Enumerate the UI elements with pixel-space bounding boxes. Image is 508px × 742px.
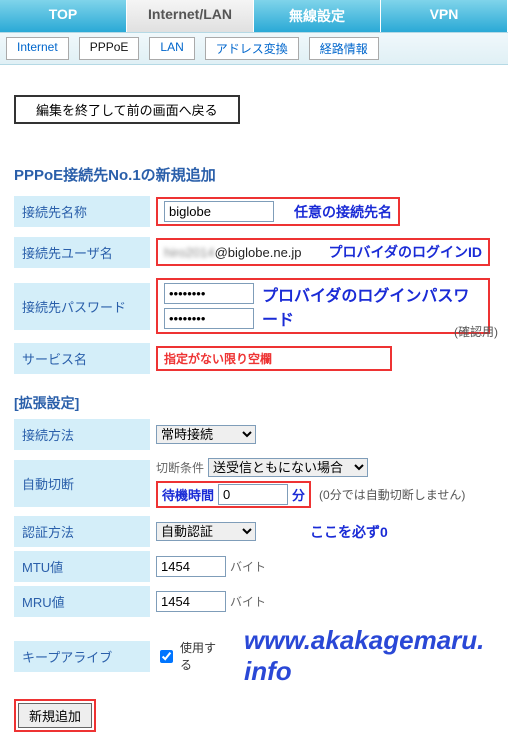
select-disc-cond[interactable]: 送受信ともにない場合 — [208, 458, 368, 477]
label-service-name: サービス名 — [14, 343, 150, 374]
section-title: PPPoE接続先No.1の新規追加 — [14, 164, 494, 185]
checkbox-keepalive[interactable] — [160, 650, 173, 663]
ann-conn-user: プロバイダのログインID — [329, 242, 482, 262]
subtab-pppoe[interactable]: PPPoE — [79, 37, 140, 60]
ext-settings-title: [拡張設定] — [14, 393, 494, 413]
user-blurred: hiro2014 — [164, 245, 215, 260]
input-mru[interactable] — [156, 591, 226, 612]
select-auth-method[interactable]: 自動認証 — [156, 522, 256, 541]
subtab-lan[interactable]: LAN — [149, 37, 194, 60]
tab-internet-lan[interactable]: Internet/LAN — [127, 0, 254, 32]
wait-unit: 分 — [292, 485, 305, 504]
subtab-route-info[interactable]: 経路情報 — [309, 37, 379, 60]
mru-unit: バイト — [230, 593, 266, 610]
wait-label: 待機時間 — [162, 485, 214, 504]
label-conn-name: 接続先名称 — [14, 196, 150, 227]
submit-button[interactable]: 新規追加 — [18, 703, 92, 728]
watermark: www.akakagemaru. info — [244, 625, 490, 687]
user-suffix: @biglobe.ne.jp — [215, 245, 302, 260]
ann-conn-pass: プロバイダのログインパスワード — [262, 282, 482, 330]
mtu-unit: バイト — [230, 558, 266, 575]
subtab-internet[interactable]: Internet — [6, 37, 69, 60]
ann-auth: ここを必ず0 — [310, 522, 388, 542]
disc-cond-label: 切断条件 — [156, 459, 204, 476]
input-conn-name[interactable] — [164, 201, 274, 222]
keepalive-label: 使用する — [180, 639, 220, 673]
input-mtu[interactable] — [156, 556, 226, 577]
label-mru: MRU値 — [14, 586, 150, 617]
back-button[interactable]: 編集を終了して前の画面へ戻る — [14, 95, 240, 124]
tab-top[interactable]: TOP — [0, 0, 127, 32]
confirm-note: (確認用) — [454, 323, 498, 340]
ann-conn-name: 任意の接続先名 — [294, 202, 392, 222]
label-conn-user: 接続先ユーザ名 — [14, 237, 150, 268]
label-conn-pass: 接続先パスワード — [14, 283, 150, 330]
select-conn-method[interactable]: 常時接続 — [156, 425, 256, 444]
ann-service-name: 指定がない限り空欄 — [164, 352, 272, 366]
wait-note: (0分では自動切断しません) — [319, 486, 465, 503]
label-conn-method: 接続方法 — [14, 419, 150, 450]
subtab-addr-trans[interactable]: アドレス変換 — [205, 37, 299, 60]
tab-wireless[interactable]: 無線設定 — [254, 0, 381, 32]
tab-vpn[interactable]: VPN — [381, 0, 508, 32]
label-auto-disc: 自動切断 — [14, 460, 150, 507]
input-wait-time[interactable] — [218, 484, 288, 505]
label-auth-method: 認証方法 — [14, 516, 150, 547]
label-mtu: MTU値 — [14, 551, 150, 582]
input-password-confirm[interactable] — [164, 308, 254, 329]
label-keepalive: キープアライブ — [14, 641, 150, 672]
input-password[interactable] — [164, 283, 254, 304]
